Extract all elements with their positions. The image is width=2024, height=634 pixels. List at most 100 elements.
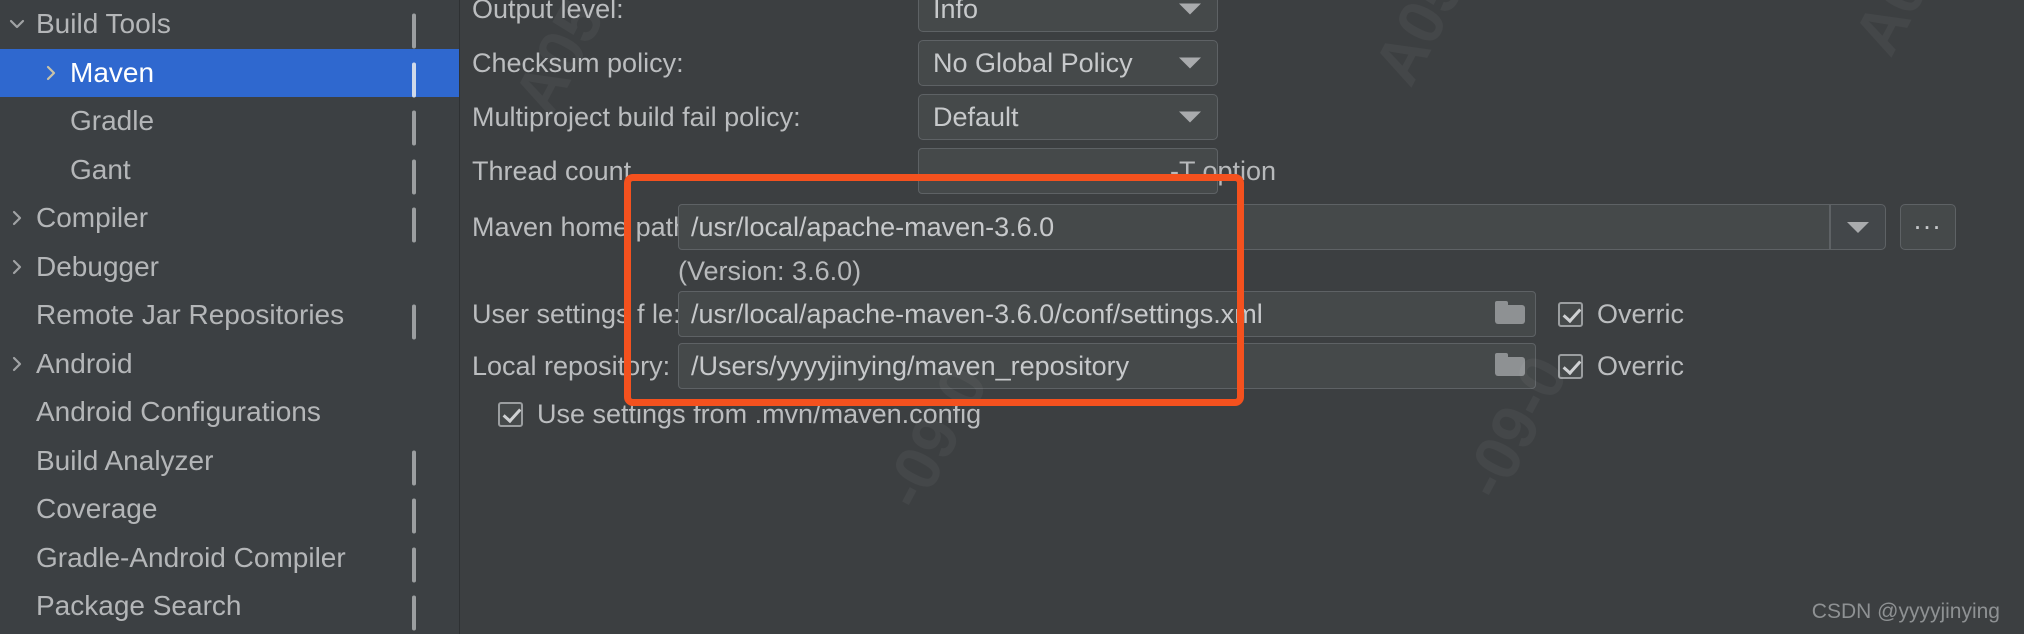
sidebar-item-label: Maven <box>70 56 155 88</box>
local-repository-label: Local repository: <box>472 350 671 381</box>
output-level-combo[interactable]: Info <box>918 0 1218 32</box>
sidebar-item-label: Android Configurations <box>36 396 321 428</box>
sidebar-item-remote-jar-repositories[interactable]: Remote Jar Repositories <box>0 291 459 340</box>
monitor-icon-shape <box>412 110 416 146</box>
checksum-policy-value: No Global Policy <box>933 47 1133 78</box>
sidebar-item-label: Gant <box>70 153 131 185</box>
monitor-icon-shape <box>412 304 416 340</box>
row-multiproject-policy: Multiproject build fail policy: Default <box>460 92 2024 142</box>
monitor-icon-shape <box>412 595 416 631</box>
row-user-settings-file: User settings f le: /usr/local/apache-ma… <box>460 289 2024 339</box>
chevron-right-icon[interactable] <box>0 257 34 277</box>
user-settings-file-input[interactable]: /usr/local/apache-maven-3.6.0/conf/setti… <box>678 291 1536 337</box>
sidebar-item-compiler[interactable]: Compiler <box>0 194 459 243</box>
checksum-policy-label: Checksum policy: <box>472 47 684 78</box>
monitor-icon <box>412 595 433 631</box>
row-output-level: Output level: Info <box>460 0 2024 34</box>
checkbox-icon <box>1558 353 1583 379</box>
sidebar-item-label: Gradle-Android Compiler <box>36 541 346 573</box>
sidebar-item-label: Compiler <box>36 202 149 234</box>
output-level-label: Output level: <box>472 0 624 24</box>
monitor-icon <box>412 304 433 340</box>
sidebar-item-package-search[interactable]: Package Search <box>0 582 459 631</box>
sidebar-item-coverage[interactable]: Coverage <box>0 485 459 534</box>
sidebar-item-gradle[interactable]: Gradle <box>0 97 459 146</box>
local-repository-override-checkbox[interactable]: Overric <box>1558 351 1684 382</box>
monitor-icon-shape <box>412 207 416 243</box>
monitor-icon-shape <box>412 13 416 49</box>
monitor-icon <box>412 547 433 583</box>
monitor-icon-shape <box>412 450 416 486</box>
caret-down-icon <box>1847 221 1869 233</box>
monitor-icon <box>412 498 433 534</box>
maven-settings-panel: A05 A05 A05 -09-0 -09-0 Output level: In… <box>460 0 2024 634</box>
multiproject-policy-label: Multiproject build fail policy: <box>472 101 801 132</box>
maven-home-path-dropdown-button[interactable] <box>1830 204 1886 250</box>
row-maven-home-path: Maven home path: /usr/local/apache-maven… <box>460 202 2024 252</box>
monitor-icon-shape <box>412 62 416 98</box>
chevron-right-icon[interactable] <box>34 63 68 83</box>
use-mvn-config-checkbox[interactable]: Use settings from .mvn/maven.config <box>498 399 981 430</box>
user-settings-file-label: User settings f le: <box>472 298 681 329</box>
sidebar-item-label: Coverage <box>36 493 158 525</box>
user-settings-override-checkbox[interactable]: Overric <box>1558 299 1684 330</box>
output-level-value: Info <box>933 0 979 24</box>
sidebar-item-android-configurations[interactable]: Android Configurations <box>0 388 459 437</box>
chevron-right-icon[interactable] <box>0 208 34 228</box>
settings-dialog: Build Tools Maven Gradle Gant Compiler Debugg… <box>0 0 2024 634</box>
user-settings-file-browse-button[interactable] <box>1495 301 1527 327</box>
sidebar-item-android[interactable]: Android <box>0 340 459 389</box>
thread-count-label: Thread count <box>472 155 632 186</box>
multiproject-policy-combo[interactable]: Default <box>918 94 1218 140</box>
monitor-icon <box>412 207 433 243</box>
caret-down-icon <box>1179 57 1201 69</box>
sidebar-item-gant[interactable]: Gant <box>0 146 459 195</box>
checkbox-icon <box>498 401 523 427</box>
row-use-mvn-config: Use settings from .mvn/maven.config <box>460 389 2024 439</box>
settings-sidebar[interactable]: Build Tools Maven Gradle Gant Compiler Debugg… <box>0 0 460 634</box>
maven-home-path-value: /usr/local/apache-maven-3.6.0 <box>691 211 1055 242</box>
thread-count-hint: -T option <box>1170 155 1277 186</box>
caret-down-icon <box>1179 3 1201 15</box>
maven-home-path-label: Maven home path: <box>472 211 696 242</box>
use-mvn-config-label: Use settings from .mvn/maven.config <box>537 398 982 429</box>
user-settings-override-label: Overric <box>1597 298 1684 329</box>
sidebar-item-label: Gradle <box>70 105 155 137</box>
sidebar-item-debugger[interactable]: Debugger <box>0 243 459 292</box>
user-settings-file-value: /usr/local/apache-maven-3.6.0/conf/setti… <box>691 298 1263 329</box>
maven-home-path-input[interactable]: /usr/local/apache-maven-3.6.0 <box>678 204 1830 250</box>
checksum-policy-combo[interactable]: No Global Policy <box>918 40 1218 86</box>
sidebar-item-label: Build Tools <box>36 8 171 40</box>
sidebar-item-label: Remote Jar Repositories <box>36 299 345 331</box>
monitor-icon <box>412 110 433 146</box>
sidebar-item-build-tools[interactable]: Build Tools <box>0 0 459 49</box>
chevron-down-icon[interactable] <box>0 14 34 34</box>
row-checksum-policy: Checksum policy: No Global Policy <box>460 38 2024 88</box>
monitor-icon <box>412 159 433 195</box>
local-repository-browse-button[interactable] <box>1495 353 1527 379</box>
monitor-icon <box>412 13 433 49</box>
checkbox-icon <box>1558 301 1583 327</box>
sidebar-item-label: Package Search <box>36 590 242 622</box>
monitor-icon-shape <box>412 498 416 534</box>
caret-down-icon <box>1179 111 1201 123</box>
chevron-right-icon[interactable] <box>0 354 34 374</box>
sidebar-item-build-analyzer[interactable]: Build Analyzer <box>0 437 459 486</box>
monitor-icon-shape <box>412 547 416 583</box>
monitor-icon <box>412 450 433 486</box>
local-repository-value: /Users/yyyyjinying/maven_repository <box>691 350 1130 381</box>
maven-home-path-browse-button[interactable]: ... <box>1900 204 1956 250</box>
monitor-icon <box>412 62 433 98</box>
sidebar-item-label: Debugger <box>36 250 159 282</box>
sidebar-item-maven[interactable]: Maven <box>0 48 459 98</box>
local-repository-override-label: Overric <box>1597 350 1684 381</box>
csdn-watermark: CSDN @yyyyjinying <box>1811 600 2000 623</box>
row-local-repository: Local repository: /Users/yyyyjinying/mav… <box>460 341 2024 391</box>
sidebar-item-label: Build Analyzer <box>36 444 214 476</box>
local-repository-input[interactable]: /Users/yyyyjinying/maven_repository <box>678 343 1536 389</box>
monitor-icon-shape <box>412 159 416 195</box>
row-thread-count: Thread count -T option <box>460 146 2024 196</box>
sidebar-item-gradle-android-compiler[interactable]: Gradle-Android Compiler <box>0 534 459 583</box>
sidebar-item-label: Android <box>36 347 133 379</box>
multiproject-policy-value: Default <box>933 101 1019 132</box>
